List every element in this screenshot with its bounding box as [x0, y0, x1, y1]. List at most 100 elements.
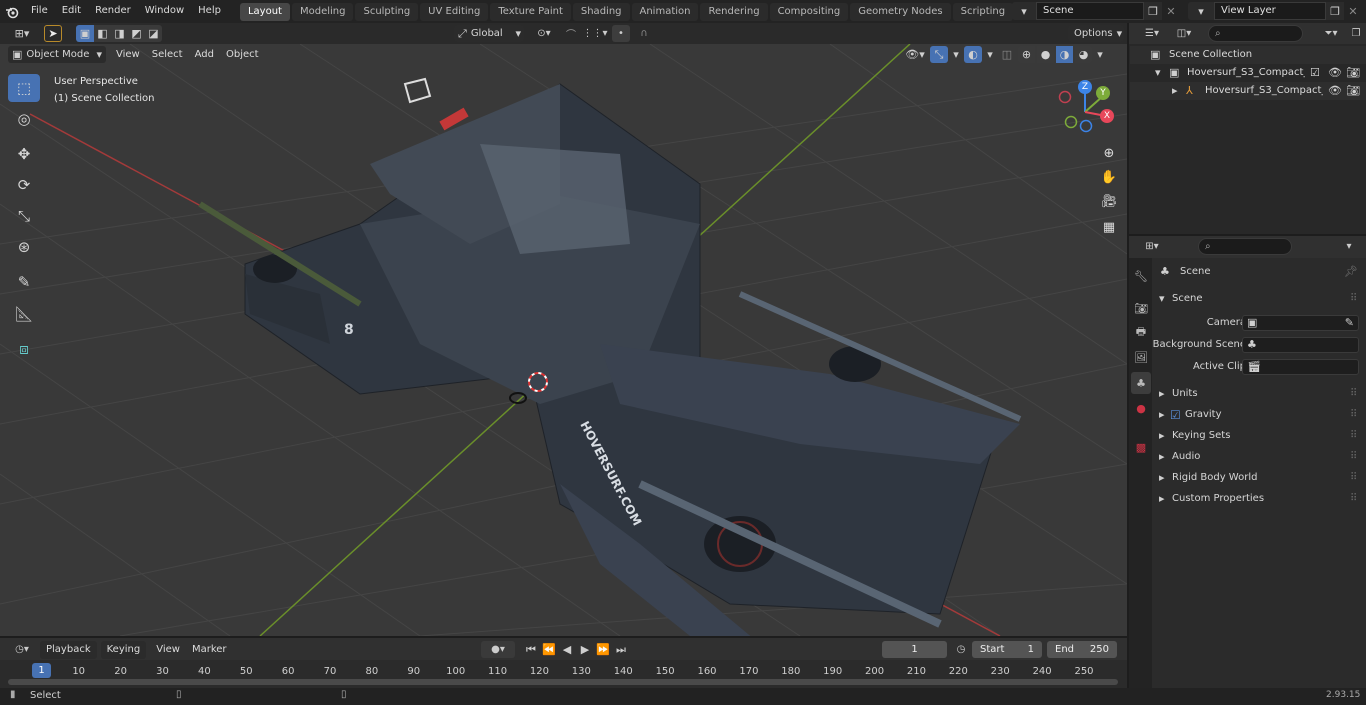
shading-wireframe-icon[interactable]: ⊕ [1018, 46, 1035, 63]
eye-icon[interactable]: 👁︎ [1328, 64, 1342, 82]
timeline-scrollbar[interactable] [8, 679, 1118, 685]
select-new-icon[interactable]: ▣ [76, 25, 94, 42]
eye-icon[interactable]: 👁︎ [1328, 82, 1342, 100]
expand-arrow-icon[interactable]: ▸ [1159, 468, 1165, 488]
expand-arrow-icon[interactable]: ▸ [1159, 489, 1165, 509]
pivot-point-dropdown[interactable]: ⊙▾ [530, 25, 558, 42]
auto-keying-toggle[interactable]: ●▾ [481, 641, 515, 658]
next-keyframe-icon[interactable]: ⏩ [594, 641, 612, 658]
jump-start-icon[interactable]: ⏮ [522, 641, 540, 658]
select-intersect-icon[interactable]: ◪ [145, 25, 162, 42]
menu-render[interactable]: Render [88, 0, 138, 23]
pan-hand-icon[interactable]: ✋ [1098, 166, 1120, 188]
tab-geometry-nodes[interactable]: Geometry Nodes [850, 2, 951, 21]
active-clip-field[interactable]: 🎬︎ [1242, 359, 1359, 375]
jump-end-icon[interactable]: ⏭ [612, 641, 630, 658]
properties-editor-type[interactable]: ⊞▾ [1138, 238, 1166, 255]
proportional-edit-toggle[interactable]: • [612, 25, 630, 42]
timeline-menu-playback[interactable]: Playback [40, 641, 97, 659]
navigation-gizmo[interactable]: Z Y X [1055, 80, 1119, 140]
menu-edit[interactable]: Edit [55, 0, 88, 23]
expand-arrow-icon[interactable]: ▸ [1159, 405, 1165, 425]
expand-arrow-icon[interactable]: ▸ [1159, 447, 1165, 467]
overlays-toggle-icon[interactable]: ◐ [964, 46, 982, 63]
proportional-falloff-icon[interactable]: ∩ [633, 25, 655, 42]
playhead-marker[interactable]: 1 [32, 663, 51, 678]
scene-icon[interactable]: ▾ [1012, 2, 1036, 20]
timeline-editor-type[interactable]: ◷▾ [8, 641, 36, 658]
viewport-menu-add[interactable]: Add [189, 46, 220, 64]
background-scene-field[interactable]: ♣ [1242, 337, 1359, 353]
panel-custom-properties[interactable]: ▸ Custom Properties ⠿ [1152, 489, 1366, 509]
scene-tab-icon[interactable]: ♣ [1131, 372, 1151, 394]
current-frame-field[interactable]: 1 [882, 641, 947, 658]
end-frame-field[interactable]: End 250 [1047, 641, 1117, 658]
shading-rendered-icon[interactable]: ◕ [1075, 46, 1092, 63]
editor-type-dropdown[interactable]: ▣ Object Mode ▾ [8, 46, 106, 63]
drag-handle-icon[interactable]: ⠿ [1350, 426, 1357, 446]
shading-material-icon[interactable]: ◑ [1056, 46, 1073, 63]
shading-dropdown-icon[interactable]: ▾ [1094, 46, 1106, 63]
overlays-dropdown-icon[interactable]: ▾ [984, 46, 996, 63]
tab-texture-paint[interactable]: Texture Paint [490, 2, 571, 21]
select-invert-icon[interactable]: ◩ [128, 25, 145, 42]
menu-window[interactable]: Window [138, 0, 191, 23]
drag-handle-icon[interactable]: ⠿ [1350, 405, 1357, 425]
annotate-tool[interactable]: ✎ [8, 268, 40, 296]
delete-scene-icon[interactable]: ✕ [1162, 2, 1180, 20]
viewport-menu-select[interactable]: Select [146, 46, 189, 64]
start-frame-field[interactable]: Start 1 [972, 641, 1042, 658]
timeline-menu-keying[interactable]: Keying [100, 641, 147, 659]
tab-modeling[interactable]: Modeling [291, 2, 354, 21]
gizmo-dropdown-icon[interactable]: ▾ [950, 46, 962, 63]
texture-tab-icon[interactable]: ▩ [1131, 436, 1151, 458]
panel-keying-sets[interactable]: ▸ Keying Sets ⠿ [1152, 426, 1366, 446]
visibility-eye-icon[interactable]: 👁︎▾ [902, 46, 928, 63]
timeline-menu-view[interactable]: View [150, 641, 186, 659]
view-layer-selector[interactable]: ▾ View Layer ❐ ✕ [1188, 2, 1364, 20]
expand-arrow-icon[interactable]: ▸ [1159, 384, 1165, 404]
panel-gravity[interactable]: ▸ ☑ Gravity ⠿ [1152, 405, 1366, 425]
tab-shading[interactable]: Shading [572, 2, 630, 21]
preview-range-icon[interactable]: ◷ [952, 641, 970, 658]
tab-uv-editing[interactable]: UV Editing [420, 2, 489, 21]
outliner-object-row[interactable]: ▸ ⅄ Hoversurf_S3_Compact_ 👁︎ 📷︎ [1130, 82, 1366, 100]
new-view-layer-icon[interactable]: ❐ [1326, 2, 1344, 20]
drag-handle-icon[interactable]: ⠿ [1350, 468, 1357, 488]
scene-panel-header[interactable]: ▾ Scene ⠿ [1152, 289, 1366, 309]
selection-mode-group[interactable]: ▣ ◧ ◨ ◩ ◪ [76, 25, 162, 42]
outliner-collection-row[interactable]: ▾ ▣ Hoversurf_S3_Compact_Aircr ☑ 👁︎ 📷︎ [1130, 64, 1366, 82]
expand-arrow-icon[interactable]: ▾ [1159, 289, 1165, 309]
view-layer-name-field[interactable]: View Layer [1214, 2, 1326, 20]
camera-render-icon[interactable]: 📷︎ [1346, 64, 1360, 82]
viewport-menu-object[interactable]: Object [220, 46, 265, 64]
menu-file[interactable]: File [24, 0, 55, 23]
drag-handle-icon[interactable]: ⠿ [1350, 447, 1357, 467]
play-icon[interactable]: ▶ [576, 641, 594, 658]
3d-viewport[interactable]: 8 HOVERSURF.COM User Perspective (1) Sce… [0, 44, 1127, 636]
tab-scripting[interactable]: Scripting [952, 2, 1014, 21]
timeline-menu-marker[interactable]: Marker [186, 641, 233, 659]
properties-search-input[interactable]: ⌕ [1198, 238, 1292, 255]
ortho-grid-icon[interactable]: ▦ [1098, 216, 1120, 238]
camera-render-icon[interactable]: 📷︎ [1346, 82, 1360, 100]
new-collection-icon[interactable]: ❐ [1348, 25, 1364, 42]
drag-handle-icon[interactable]: ⠿ [1350, 489, 1357, 509]
zoom-icon[interactable]: ⊕ [1098, 142, 1120, 164]
menu-help[interactable]: Help [191, 0, 228, 23]
world-tab-icon[interactable]: ● [1131, 397, 1151, 419]
blender-logo-icon[interactable] [0, 0, 24, 23]
select-box-tool[interactable]: ⬚ [8, 74, 40, 102]
panel-audio[interactable]: ▸ Audio ⠿ [1152, 447, 1366, 467]
viewport-menu-view[interactable]: View [110, 46, 146, 64]
gizmo-toggle-icon[interactable]: ⤡ [930, 46, 948, 63]
active-tool-icon[interactable]: ➤ [44, 25, 62, 42]
drag-handle-icon[interactable]: ⠿ [1350, 289, 1357, 309]
scene-name-field[interactable]: Scene [1036, 2, 1144, 20]
tab-rendering[interactable]: Rendering [700, 2, 768, 21]
gizmo-y-axis[interactable]: Y [1096, 86, 1110, 100]
new-scene-icon[interactable]: ❐ [1144, 2, 1162, 20]
aircraft-model[interactable]: 8 HOVERSURF.COM [198, 77, 1022, 636]
view-layer-icon[interactable]: ▾ [1188, 2, 1214, 20]
gizmo-x-axis[interactable]: X [1100, 109, 1114, 123]
